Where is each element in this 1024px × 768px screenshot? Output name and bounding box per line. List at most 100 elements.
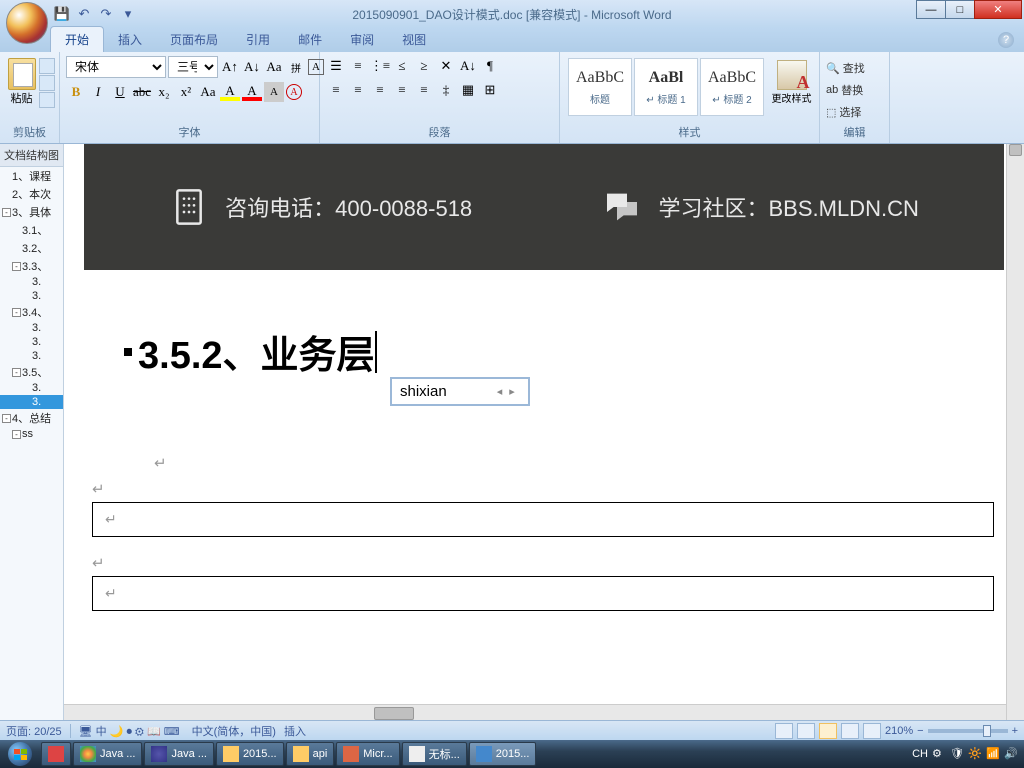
change-styles-button[interactable]: 更改样式 <box>768 54 815 123</box>
nav-item[interactable]: 3. <box>0 335 63 349</box>
align-right-button[interactable]: ≡ <box>370 80 390 100</box>
italic-button[interactable]: I <box>88 82 108 102</box>
expand-icon[interactable]: - <box>12 430 21 439</box>
asian-layout-button[interactable]: ✕ <box>436 56 456 76</box>
outline-view-button[interactable] <box>841 723 859 739</box>
bold-button[interactable]: B <box>66 82 86 102</box>
style-gallery[interactable]: AaBbC标题 AaBl↵ 标题 1 AaBbC↵ 标题 2 <box>564 54 768 123</box>
style-item[interactable]: AaBbC↵ 标题 2 <box>700 58 764 116</box>
shading-button[interactable]: ▦ <box>458 80 478 100</box>
qat-dropdown-icon[interactable]: ▾ <box>120 6 136 22</box>
phonetic-icon[interactable]: 拼 <box>286 57 306 77</box>
nav-item[interactable]: 1、课程 <box>0 167 63 185</box>
close-button[interactable]: ✕ <box>974 0 1022 19</box>
task-item[interactable]: Java ... <box>144 742 213 766</box>
bullets-button[interactable]: ☰ <box>326 56 346 76</box>
expand-icon[interactable]: - <box>12 262 21 271</box>
zoom-thumb[interactable] <box>983 725 991 737</box>
document-area[interactable]: 咨询电话：400-0088-518 学习社区：BBS.MLDN.CN 3.5.2… <box>64 144 1024 722</box>
maximize-button[interactable]: □ <box>945 0 975 19</box>
ime-paging-icon[interactable]: ◂ ▸ <box>497 385 517 398</box>
redo-icon[interactable]: ↷ <box>98 6 114 22</box>
align-center-button[interactable]: ≡ <box>348 80 368 100</box>
cut-icon[interactable] <box>39 58 55 74</box>
superscript-button[interactable]: x² <box>176 82 196 102</box>
table-cell[interactable]: ↵ <box>92 502 994 537</box>
page-indicator[interactable]: 页面: 20/25 <box>6 723 62 739</box>
borders-button[interactable]: ⊞ <box>480 80 500 100</box>
indent-decrease-button[interactable]: ≤ <box>392 56 412 76</box>
tab-view[interactable]: 视图 <box>388 27 440 52</box>
task-item[interactable]: 2015... <box>469 742 537 766</box>
nav-item[interactable]: 3. <box>0 395 63 409</box>
save-icon[interactable]: 💾 <box>54 6 70 22</box>
font-size-select[interactable]: 三号 <box>168 56 218 78</box>
document-heading[interactable]: 3.5.2、业务层 <box>124 324 377 379</box>
minimize-button[interactable]: — <box>916 0 946 19</box>
distribute-button[interactable]: ≡ <box>414 80 434 100</box>
style-item[interactable]: AaBl↵ 标题 1 <box>634 58 698 116</box>
tab-references[interactable]: 引用 <box>232 27 284 52</box>
tray-icon[interactable]: 🛡 <box>950 747 964 761</box>
task-item[interactable]: 无标... <box>402 742 467 766</box>
font-color-button[interactable]: A <box>242 82 262 102</box>
scroll-thumb[interactable] <box>374 707 414 720</box>
grow-font-icon[interactable]: A↑ <box>220 57 240 77</box>
tab-layout[interactable]: 页面布局 <box>156 27 232 52</box>
sort-button[interactable]: A↓ <box>458 56 478 76</box>
nav-item[interactable]: 3.1、 <box>0 221 63 239</box>
tray-icon[interactable]: ⚙ <box>932 747 946 761</box>
network-icon[interactable]: 📶 <box>986 747 1000 761</box>
underline-button[interactable]: U <box>110 82 130 102</box>
align-justify-button[interactable]: ≡ <box>392 80 412 100</box>
change-case-button[interactable]: Aa <box>198 82 218 102</box>
office-button[interactable] <box>6 2 48 44</box>
volume-icon[interactable]: 🔊 <box>1004 747 1018 761</box>
scroll-thumb[interactable] <box>1009 144 1022 156</box>
nav-item[interactable]: -3.3、 <box>0 257 63 275</box>
nav-item[interactable]: 3. <box>0 289 63 303</box>
font-name-select[interactable]: 宋体 <box>66 56 166 78</box>
nav-item[interactable]: 3. <box>0 321 63 335</box>
nav-item[interactable]: 3. <box>0 349 63 363</box>
tray-icon[interactable]: 🔆 <box>968 747 982 761</box>
nav-item[interactable]: -ss <box>0 427 63 441</box>
help-icon[interactable]: ? <box>998 32 1014 48</box>
style-item[interactable]: AaBbC标题 <box>568 58 632 116</box>
undo-icon[interactable]: ↶ <box>76 6 92 22</box>
shrink-font-icon[interactable]: A↓ <box>242 57 262 77</box>
enclose-char-button[interactable]: A <box>286 84 302 100</box>
ime-indicator-icon[interactable]: 🖥 中 🌙 ⏺ ⚙ 📖 ⌨ <box>79 723 180 739</box>
highlight-button[interactable]: A <box>220 82 240 102</box>
nav-item[interactable]: -4、总结 <box>0 409 63 427</box>
language-indicator[interactable]: 中文(简体，中国) <box>192 723 276 739</box>
nav-item[interactable]: -3、具体 <box>0 203 63 221</box>
zoom-out-button[interactable]: − <box>917 725 923 737</box>
replace-button[interactable]: ab替换 <box>824 80 865 100</box>
char-shading-button[interactable]: A <box>264 82 284 102</box>
show-marks-button[interactable]: ¶ <box>480 56 500 76</box>
nav-item[interactable]: -3.4、 <box>0 303 63 321</box>
table-cell[interactable]: ↵ <box>92 576 994 611</box>
indent-increase-button[interactable]: ≥ <box>414 56 434 76</box>
nav-item[interactable]: 2、本次 <box>0 185 63 203</box>
ime-candidate-box[interactable]: shixian ◂ ▸ <box>390 377 530 406</box>
zoom-slider[interactable] <box>928 729 1008 733</box>
expand-icon[interactable]: - <box>12 308 21 317</box>
paste-button[interactable]: 粘贴 <box>4 54 39 106</box>
print-layout-view-button[interactable] <box>775 723 793 739</box>
tab-home[interactable]: 开始 <box>50 26 104 52</box>
tab-mailings[interactable]: 邮件 <box>284 27 336 52</box>
format-painter-icon[interactable] <box>39 92 55 108</box>
line-spacing-button[interactable]: ‡ <box>436 80 456 100</box>
system-tray[interactable]: CH ⚙ 🛡 🔆 📶 🔊 <box>912 747 1024 761</box>
task-item[interactable]: api <box>286 742 335 766</box>
nav-item[interactable]: 3.2、 <box>0 239 63 257</box>
nav-item[interactable]: 3. <box>0 275 63 289</box>
nav-item[interactable]: 3. <box>0 381 63 395</box>
vertical-scrollbar[interactable] <box>1006 144 1024 722</box>
task-item[interactable] <box>41 742 71 766</box>
task-item[interactable]: Java ... <box>73 742 142 766</box>
tab-review[interactable]: 审阅 <box>336 27 388 52</box>
numbering-button[interactable]: ≡ <box>348 56 368 76</box>
